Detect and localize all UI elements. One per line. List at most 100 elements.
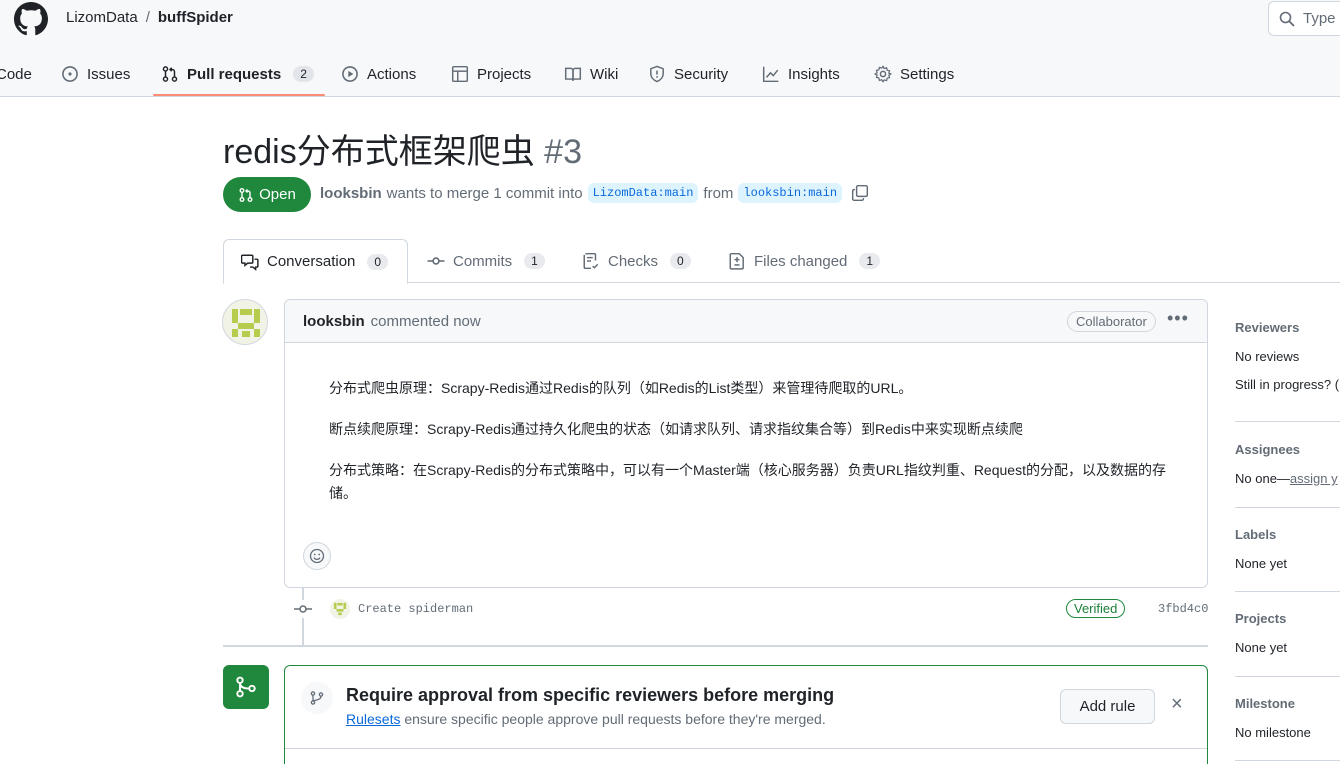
nav-wiki-label: Wiki [590,65,619,83]
search-icon [1279,11,1295,26]
add-rule-button[interactable]: Add rule [1060,689,1155,724]
comment-discussion-icon [241,254,259,271]
comment-timestamp: commented now [370,312,481,330]
repo-name-link[interactable]: buffSpider [158,9,233,26]
nav-projects[interactable]: Projects [451,52,531,96]
base-branch[interactable]: LizomData:main [587,183,699,203]
sidebar-milestone: Milestone No milestone [1235,696,1340,740]
sidebar-divider [1235,676,1340,677]
comment-box: looksbin commented now Collaborator ••• … [284,299,1208,588]
comment-paragraph: 分布式策略：在Scrapy-Redis的分布式策略中，可以有一个Master端（… [329,462,1166,501]
github-logo-icon[interactable] [14,2,48,36]
kebab-menu-icon[interactable]: ••• [1167,308,1189,329]
git-merge-icon [236,676,256,698]
add-reaction-button[interactable] [303,542,331,570]
pr-title-text: redis分布式框架爬虫 [223,133,535,171]
repo-owner-link[interactable]: LizomData [66,9,138,26]
nav-settings[interactable]: Settings [874,52,954,96]
nav-issues[interactable]: Issues [61,52,130,96]
commit-message-link[interactable]: Create spiderman [358,602,473,616]
pr-from-text: from [703,184,734,202]
nav-pull-requests-label: Pull requests [187,65,282,83]
avatar[interactable] [222,299,268,345]
comment-paragraph: 断点续爬原理：Scrapy-Redis通过持久化爬虫的状态（如请求队列、请求指纹… [329,421,1023,437]
copy-icon[interactable] [851,184,869,202]
pr-number: #3 [544,133,582,171]
play-icon [342,66,358,82]
sidebar-divider [1235,760,1340,761]
merge-box-divider [285,748,1207,749]
sidebar-projects: Projects None yet [1235,611,1340,655]
pull-request-icon [162,66,178,82]
sidebar-divider [1235,507,1340,508]
sidebar-projects-value: None yet [1235,640,1288,655]
nav-projects-label: Projects [477,65,532,83]
commit-author-avatar[interactable] [330,599,350,619]
table-icon [451,65,469,83]
pr-merge-text: wants to merge 1 commit into [386,184,583,202]
commit-sha-link[interactable]: 3fbd4c0 [1158,602,1208,616]
search-input[interactable]: Type [1268,1,1340,36]
nav-security[interactable]: Security [648,52,728,96]
sidebar-reviewers-value: No reviews [1235,349,1300,364]
nav-issues-label: Issues [87,65,131,83]
pr-meta: looksbin wants to merge 1 commit into Li… [320,183,869,203]
nav-settings-label: Settings [900,65,955,83]
tab-commits-count: 1 [524,253,545,269]
git-branch-icon [310,691,324,705]
sidebar-assignees-value-row: No one—assign y [1235,471,1340,486]
close-icon[interactable]: × [1171,694,1183,714]
nav-code[interactable]: Code [0,52,32,96]
sidebar-assignees: Assignees No one—assign y [1235,442,1340,486]
tab-conversation[interactable]: Conversation 0 [223,239,408,284]
search-placeholder: Type [1303,10,1336,27]
tab-commits-label: Commits [453,252,513,270]
merge-box: Require approval from specific reviewers… [284,665,1208,764]
shield-icon [650,65,664,83]
checklist-icon [583,252,599,270]
commit-icon [427,257,445,265]
tab-checks-count: 0 [670,253,691,269]
sidebar-milestone-heading[interactable]: Milestone [1235,696,1340,711]
breadcrumb-separator: / [145,9,150,26]
nav-wiki[interactable]: Wiki [564,52,618,96]
tab-files-changed-count: 1 [859,253,881,269]
repo-header: LizomData / buffSpider Type Code Issues … [0,0,1340,97]
collaborator-badge: Collaborator [1067,311,1156,332]
comment-body: 分布式爬虫原理：Scrapy-Redis通过Redis的队列（如Redis的Li… [285,343,1207,505]
merge-status-icon [223,665,269,709]
commit-node-icon [294,600,312,618]
sidebar-assignees-value: No one— [1235,471,1290,486]
comment-paragraph: 分布式爬虫原理：Scrapy-Redis通过Redis的队列（如Redis的Li… [329,380,913,396]
rulesets-link[interactable]: Rulesets [346,711,400,727]
file-diff-icon [729,252,744,270]
tab-conversation-count: 0 [367,253,389,270]
sidebar-assignees-heading[interactable]: Assignees [1235,442,1340,457]
tab-conversation-label: Conversation [267,253,356,270]
verified-badge[interactable]: Verified [1066,599,1126,618]
pr-state-label: Open [259,186,296,203]
nav-insights[interactable]: Insights [762,52,840,96]
comment-author-link[interactable]: looksbin [303,313,365,330]
pr-author-link[interactable]: looksbin [320,185,382,202]
sidebar-reviewers-heading[interactable]: Reviewers [1235,320,1340,335]
gear-icon [874,65,892,83]
book-icon [564,67,582,81]
sidebar-milestone-value: No milestone [1235,725,1311,740]
assign-yourself-link[interactable]: assign y [1290,471,1338,486]
nav-pull-requests[interactable]: Pull requests 2 [161,52,314,96]
nav-insights-label: Insights [788,65,840,83]
breadcrumb: LizomData / buffSpider [66,9,233,26]
tab-files-changed[interactable]: Files changed 1 [728,239,881,283]
nav-actions[interactable]: Actions [341,52,416,96]
sidebar-projects-heading[interactable]: Projects [1235,611,1340,626]
identicon-avatar-icon [223,300,267,344]
identicon-avatar-icon [330,599,350,619]
rule-description-text: ensure specific people approve pull requ… [404,711,826,727]
sidebar-divider [1235,421,1340,422]
sidebar-labels-heading[interactable]: Labels [1235,527,1340,542]
head-branch[interactable]: looksbin:main [738,183,843,203]
tab-commits[interactable]: Commits 1 [427,239,545,283]
sidebar-divider [1235,591,1340,592]
tab-checks[interactable]: Checks 0 [582,239,691,283]
